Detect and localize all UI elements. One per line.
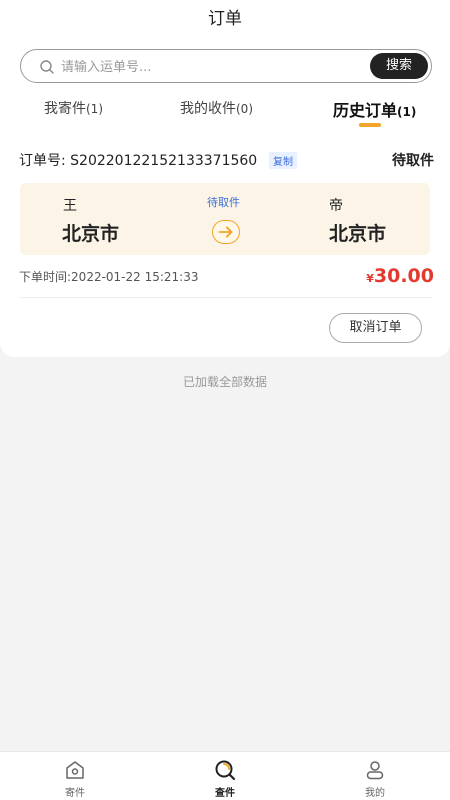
tab-my-sent[interactable]: 我寄件(1) <box>44 98 103 118</box>
home-icon <box>66 761 84 779</box>
order-header: 订单号: S20220122152133371560 复制 待取件 <box>19 150 434 170</box>
tabbar-item-query[interactable]: 查件 <box>195 752 255 800</box>
order-price: ¥30.00 <box>366 265 434 287</box>
arrow-right-icon <box>212 220 240 244</box>
route-status: 待取件 <box>207 196 240 209</box>
copy-button[interactable]: 复制 <box>269 152 297 169</box>
tab-count: (1) <box>86 102 103 116</box>
user-icon <box>366 761 384 780</box>
tabbar-item-mine[interactable]: 我的 <box>345 752 405 800</box>
search-button[interactable]: 搜索 <box>370 53 428 79</box>
divider <box>19 297 432 298</box>
top-section: 订单 搜索 我寄件(1) 我的收件(0) 历史订单(1) <box>0 0 450 145</box>
sender-name: 王 <box>63 198 77 214</box>
tabbar-label: 查件 <box>215 788 235 799</box>
order-number: 订单号: S20220122152133371560 <box>19 153 258 169</box>
search-bar: 搜索 <box>20 49 432 83</box>
tabbar-label: 我的 <box>365 788 385 799</box>
tabbar-label: 寄件 <box>65 788 85 799</box>
tab-label: 我的收件 <box>180 101 236 117</box>
all-loaded-text: 已加载全部数据 <box>182 375 267 389</box>
tab-my-received[interactable]: 我的收件(0) <box>180 98 253 118</box>
search-query-icon <box>215 760 236 781</box>
search-icon <box>40 60 54 74</box>
order-card[interactable]: 订单号: S20220122152133371560 复制 待取件 王 北京市 … <box>0 134 450 357</box>
tab-label: 历史订单 <box>333 101 398 120</box>
price-currency: ¥ <box>366 272 374 285</box>
tab-bar: 我寄件(1) 我的收件(0) 历史订单(1) <box>0 98 450 128</box>
tabbar-item-send[interactable]: 寄件 <box>45 752 105 800</box>
price-amount: 30.00 <box>373 265 434 287</box>
order-time: 下单时间:2022-01-22 15:21:33 <box>19 270 199 284</box>
order-status: 待取件 <box>392 153 434 169</box>
receiver-name: 帝 <box>329 198 343 214</box>
cancel-order-button[interactable]: 取消订单 <box>329 313 422 343</box>
tab-count: (1) <box>397 105 417 119</box>
tab-count: (0) <box>236 102 253 116</box>
tab-history-orders[interactable]: 历史订单(1) <box>333 97 416 121</box>
tab-label: 我寄件 <box>44 101 86 117</box>
receiver-city: 北京市 <box>329 223 387 245</box>
page-title: 订单 <box>208 9 242 29</box>
sender-city: 北京市 <box>62 223 120 245</box>
bottom-tab-bar: 寄件 查件 我的 <box>0 751 450 800</box>
active-tab-indicator <box>359 123 381 127</box>
search-input[interactable] <box>61 56 341 78</box>
route-panel: 王 北京市 待取件 帝 北京市 <box>20 183 430 255</box>
